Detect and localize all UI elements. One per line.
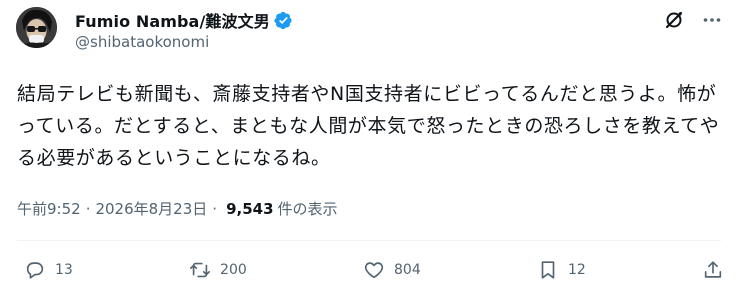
like-count: 804 bbox=[394, 262, 421, 278]
views-label: 件の表示 bbox=[277, 200, 338, 218]
retweet-button[interactable]: 200 bbox=[189, 259, 247, 281]
divider bbox=[17, 240, 721, 241]
like-button[interactable]: 804 bbox=[363, 259, 421, 281]
reply-button[interactable]: 13 bbox=[24, 259, 73, 281]
header-actions bbox=[664, 10, 722, 30]
avatar[interactable] bbox=[16, 7, 57, 48]
more-icon[interactable] bbox=[702, 10, 722, 30]
tweet-text: 結局テレビも新聞も、斎藤支持者やN国支持者にビビってるんだと思うよ。怖がっている… bbox=[17, 83, 720, 169]
grok-icon[interactable] bbox=[664, 10, 684, 30]
tweet-date[interactable]: 2026年8月23日 bbox=[95, 198, 207, 219]
bookmark-count: 12 bbox=[567, 262, 586, 278]
retweet-icon bbox=[190, 262, 211, 278]
heart-icon bbox=[364, 262, 384, 279]
reply-count: 13 bbox=[55, 262, 73, 278]
bookmark-button[interactable]: 12 bbox=[537, 259, 586, 281]
author-name-row: Fumio Namba/難波文男 bbox=[75, 8, 293, 32]
meta-separator: · bbox=[85, 199, 91, 218]
reply-icon bbox=[26, 262, 44, 279]
share-icon bbox=[704, 261, 722, 278]
action-bar: 13 200 804 12 bbox=[24, 259, 724, 281]
retweet-count: 200 bbox=[220, 262, 247, 278]
verified-badge-icon bbox=[274, 11, 293, 30]
avatar-image bbox=[16, 7, 57, 48]
meta-separator: · bbox=[212, 199, 218, 218]
bookmark-icon bbox=[541, 261, 555, 279]
views-count: 9,543 bbox=[226, 199, 274, 218]
author-handle[interactable]: @shibataokonomi bbox=[75, 33, 209, 51]
author-display-name[interactable]: Fumio Namba/難波文男 bbox=[75, 8, 270, 32]
share-button[interactable] bbox=[702, 259, 724, 281]
tweet: Fumio Namba/難波文男 @shibataokonomi 結局テレビも新… bbox=[0, 0, 738, 289]
tweet-time[interactable]: 午前9:52 bbox=[17, 198, 81, 219]
tweet-meta: 午前9:52 · 2026年8月23日 · 9,543 件の表示 bbox=[17, 198, 338, 219]
